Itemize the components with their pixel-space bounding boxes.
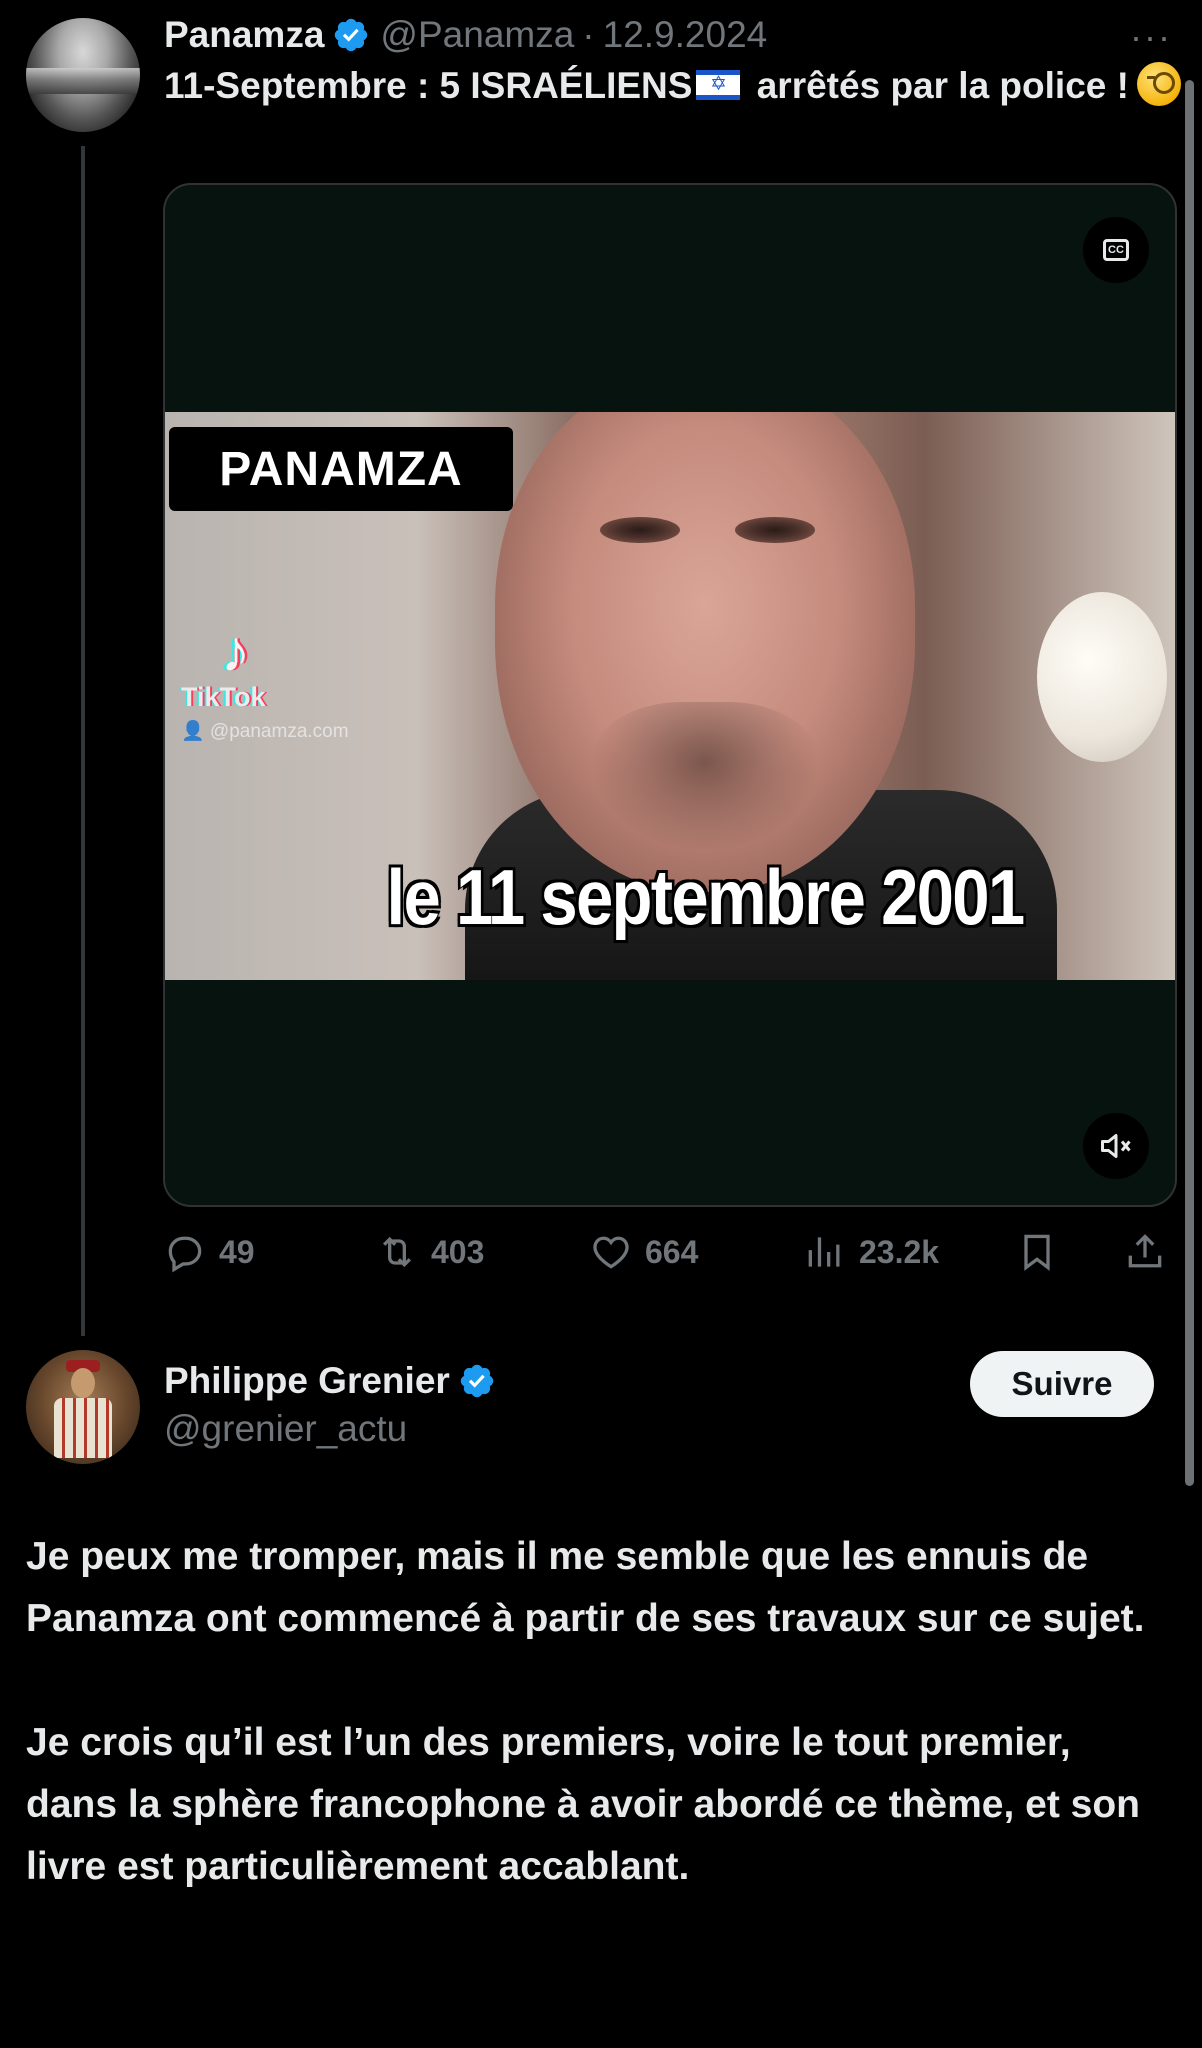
tiktok-watermark: ♪ TikTok 👤 @panamza.com bbox=[181, 622, 401, 743]
avatar-panamza[interactable] bbox=[26, 18, 140, 132]
like-icon bbox=[593, 1236, 629, 1269]
author-name[interactable]: Philippe Grenier bbox=[164, 1360, 450, 1402]
tweet1-text: 11-Septembre : 5 ISRAÉLIENS arrêtés par … bbox=[164, 62, 1184, 110]
right-eye bbox=[735, 517, 815, 543]
tweet2-text: Je peux me tromper, mais il me semble qu… bbox=[26, 1526, 1166, 1898]
more-icon[interactable]: ··· bbox=[1130, 16, 1172, 58]
tweet2-paragraph-1: Je peux me tromper, mais il me semble qu… bbox=[26, 1535, 1145, 1640]
reply-button[interactable]: 49 bbox=[163, 1224, 255, 1280]
video-overlay-label: PANAMZA bbox=[169, 427, 513, 511]
page: Panamza @Panamza · 12.9.2024 ··· 11-Sept… bbox=[0, 0, 1202, 2048]
face bbox=[495, 412, 915, 892]
face-with-monocle-emoji bbox=[1136, 62, 1181, 106]
tweet1-header: Panamza @Panamza · 12.9.2024 ··· bbox=[164, 10, 1182, 60]
tiktok-name: TikTok bbox=[181, 682, 266, 712]
tweet-text-part1: 11-Septembre : 5 ISRAÉLIENS bbox=[164, 65, 693, 106]
tweet-date[interactable]: 12.9.2024 bbox=[603, 14, 768, 56]
closed-captions-icon: CC bbox=[1103, 239, 1129, 261]
mute-icon bbox=[1101, 1134, 1131, 1158]
tweet-text-part2: arrêtés par la police ! bbox=[746, 65, 1129, 106]
reply-icon bbox=[168, 1236, 202, 1273]
mute-button[interactable] bbox=[1083, 1113, 1149, 1179]
verified-badge-icon bbox=[460, 1364, 494, 1398]
tiktok-icon: ♪ bbox=[221, 619, 250, 684]
closed-captions-button[interactable]: CC bbox=[1083, 217, 1149, 283]
tweet2-paragraph-2: Je crois qu’il est l’un des premiers, vo… bbox=[26, 1721, 1140, 1888]
video-caption: le 11 septembre 2001 bbox=[386, 853, 1026, 941]
thread-connector-line bbox=[81, 146, 85, 1336]
left-eye bbox=[600, 517, 680, 543]
bookmark-icon bbox=[1024, 1234, 1050, 1271]
verified-badge-icon bbox=[335, 18, 368, 52]
views-button[interactable]: 23.2k bbox=[803, 1224, 939, 1280]
beard bbox=[590, 702, 820, 852]
scrollbar[interactable] bbox=[1185, 80, 1194, 1486]
avatar-philippe-grenier[interactable] bbox=[26, 1350, 140, 1464]
author-name[interactable]: Panamza bbox=[164, 14, 324, 56]
repost-button[interactable]: 403 bbox=[375, 1224, 484, 1280]
like-button[interactable]: 664 bbox=[589, 1224, 698, 1280]
author-handle[interactable]: @grenier_actu bbox=[164, 1408, 407, 1450]
video-frame: PANAMZA ♪ TikTok 👤 @panamza.com le 11 se… bbox=[165, 412, 1175, 980]
bookmark-button[interactable] bbox=[1015, 1224, 1071, 1280]
reply-count: 49 bbox=[219, 1233, 255, 1270]
lamp-background bbox=[1037, 592, 1167, 762]
repost-count: 403 bbox=[431, 1233, 485, 1270]
like-count: 664 bbox=[645, 1233, 699, 1270]
israel-flag-icon bbox=[696, 69, 741, 100]
separator-dot: · bbox=[582, 14, 595, 55]
share-button[interactable] bbox=[1123, 1224, 1179, 1280]
tiktok-handle: 👤 @panamza.com bbox=[181, 721, 349, 742]
video-player[interactable]: CC PANAMZA ♪ TikTok 👤 @panamza.com le 11… bbox=[163, 183, 1177, 1207]
repost-icon bbox=[382, 1236, 412, 1268]
author-handle[interactable]: @Panamza bbox=[380, 14, 574, 56]
tweet1-actions: 49 403 664 23.2k bbox=[163, 1224, 1183, 1280]
share-icon bbox=[1128, 1234, 1162, 1268]
views-count: 23.2k bbox=[859, 1233, 940, 1270]
follow-button[interactable]: Suivre bbox=[970, 1351, 1154, 1417]
tweet2-author: Philippe Grenier bbox=[164, 1356, 506, 1406]
views-icon bbox=[808, 1237, 840, 1267]
